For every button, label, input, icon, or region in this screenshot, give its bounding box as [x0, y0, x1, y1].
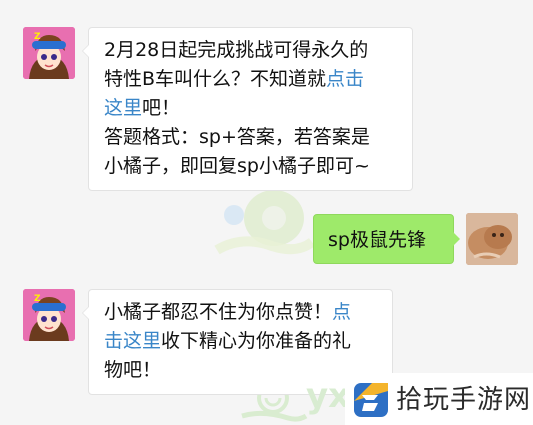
message-line: 答题格式：sp+答案，若答案是: [104, 123, 400, 152]
message-text: 2月28日起完成挑战可得永久的: [104, 39, 369, 61]
bot-avatar[interactable]: Z: [23, 289, 75, 341]
message-text: 小橘子，即回复sp小橘子即可~: [104, 155, 370, 177]
message-text: 答题格式：sp+答案，若答案是: [104, 126, 370, 148]
snail-watermark-icon: [214, 190, 316, 255]
site-logo-icon: [354, 383, 388, 417]
message-text: 收下精心为你准备的礼: [161, 330, 352, 352]
user-avatar-icon: [466, 213, 518, 265]
user-avatar[interactable]: [466, 213, 518, 265]
message-line: 特性B车叫什么？不知道就点击: [104, 65, 400, 94]
click-here-link[interactable]: 点: [332, 301, 351, 323]
message-text: sp极鼠先锋: [328, 229, 426, 251]
message-text: 特性B车叫什么？不知道就: [104, 68, 327, 90]
message-line: 小橘子都忍不住为你点赞！点: [104, 298, 380, 327]
user-message-bubble: sp极鼠先锋: [313, 214, 460, 264]
message-line: 击这里收下精心为你准备的礼: [104, 327, 380, 356]
watermark-site-name: 拾玩手游网: [396, 385, 532, 415]
click-here-link[interactable]: 点击: [326, 68, 364, 90]
bot-avatar-icon: Z: [23, 27, 75, 79]
bot-message-bubble-1: 2月28日起完成挑战可得永久的 特性B车叫什么？不知道就点击 这里吧！ 答题格式…: [82, 27, 413, 191]
message-line: 这里吧！: [104, 94, 400, 123]
bot-avatar[interactable]: Z: [23, 27, 75, 79]
click-here-link[interactable]: 这里: [104, 97, 142, 119]
message-text: 物吧！: [104, 359, 162, 381]
message-line: 小橘子，即回复sp小橘子即可~: [104, 152, 400, 181]
click-here-link[interactable]: 击这里: [104, 330, 161, 352]
watermark-partial-text: yx: [306, 376, 351, 416]
message-text: 吧！: [142, 97, 181, 119]
svg-text:Z: Z: [34, 294, 41, 304]
message-line: 2月28日起完成挑战可得永久的: [104, 36, 400, 65]
svg-text:Z: Z: [34, 32, 41, 42]
bot-avatar-icon: Z: [23, 289, 75, 341]
message-text: 小橘子都忍不住为你点赞！: [104, 301, 333, 323]
